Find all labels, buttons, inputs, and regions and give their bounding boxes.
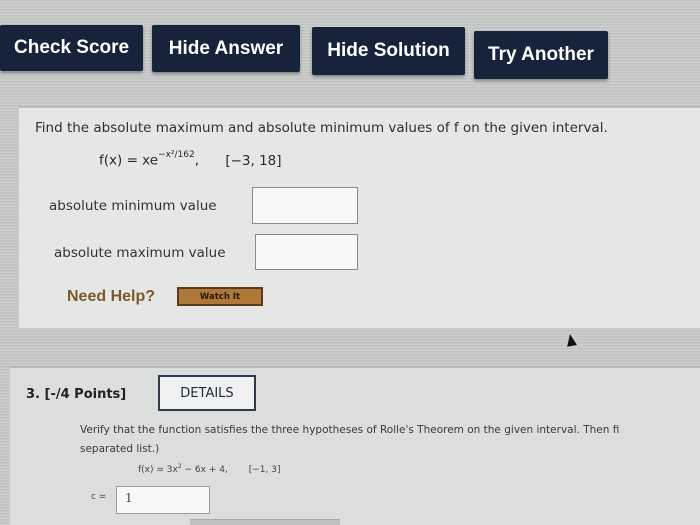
hide-answer-button[interactable]: Hide Answer xyxy=(152,25,300,72)
c-label: c = xyxy=(91,492,107,502)
absolute-minimum-input[interactable] xyxy=(252,187,358,224)
function-exponent: −x²/162 xyxy=(158,150,195,160)
partial-bottom-element xyxy=(190,519,340,525)
q3-function-lhs: f(x) = 3x xyxy=(138,465,178,475)
mouse-cursor-icon xyxy=(565,333,577,347)
question-3-card: 3. [-/4 Points] DETAILS Verify that the … xyxy=(10,366,700,525)
q3-interval-text: [−1, 3] xyxy=(248,465,281,475)
need-help-label: Need Help? xyxy=(67,288,156,305)
question-3-text-line2: separated list.) xyxy=(80,443,160,455)
q3-function-rest: − 6x + 4, xyxy=(181,465,228,475)
question-3-text-line1: Verify that the function satisfies the t… xyxy=(80,424,620,436)
try-another-button[interactable]: Try Another xyxy=(474,31,608,79)
check-score-button[interactable]: Check Score xyxy=(0,25,143,71)
question-3-text: Verify that the function satisfies the t… xyxy=(80,421,700,459)
question-3-header: 3. [-/4 Points] xyxy=(26,387,127,402)
c-value-input[interactable]: 1 xyxy=(116,486,210,514)
function-lhs: f(x) = xe xyxy=(99,152,159,169)
function-comma: , xyxy=(194,152,200,169)
details-button[interactable]: DETAILS xyxy=(158,375,256,411)
toolbar: Check Score Hide Answer Hide Solution Tr… xyxy=(0,0,700,100)
function-formula: f(x) = xe−x²/162, [−3, 18] xyxy=(99,150,282,169)
question-card: Find the absolute maximum and absolute m… xyxy=(18,106,700,328)
question-prompt: Find the absolute maximum and absolute m… xyxy=(35,120,608,136)
absolute-maximum-input[interactable] xyxy=(255,234,358,270)
absolute-maximum-label: absolute maximum value xyxy=(54,245,226,261)
hide-solution-button[interactable]: Hide Solution xyxy=(312,27,465,75)
question-3-formula: f(x) = 3x2 − 6x + 4, [−1, 3] xyxy=(138,463,280,475)
interval-text: [−3, 18] xyxy=(225,152,282,169)
watch-it-button[interactable]: Watch It xyxy=(177,287,263,306)
absolute-minimum-label: absolute minimum value xyxy=(49,198,217,214)
